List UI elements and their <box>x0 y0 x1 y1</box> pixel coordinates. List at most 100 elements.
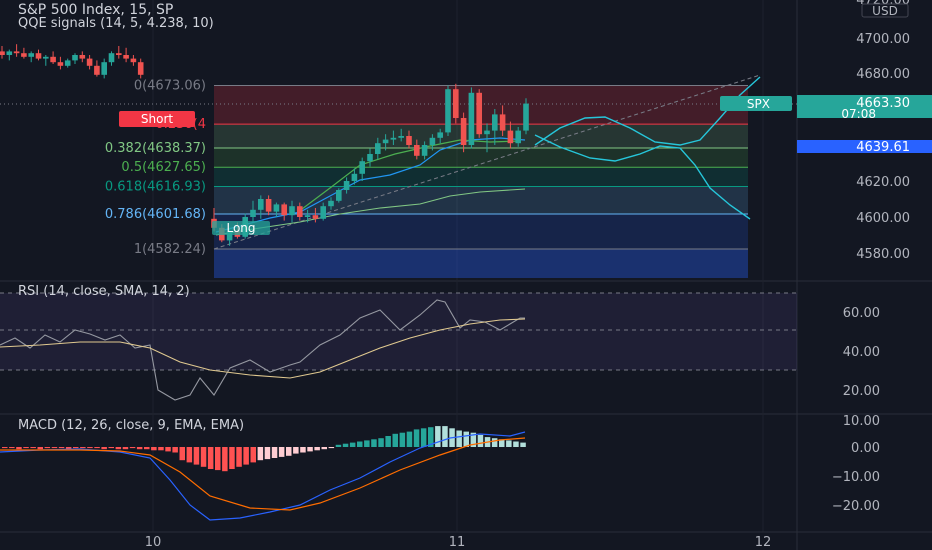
candle-body <box>130 58 137 63</box>
candle-body <box>108 53 115 63</box>
candle-body <box>28 53 34 57</box>
candle-body <box>398 136 404 138</box>
chart-canvas[interactable]: 0(4673.06)0.236(40.382(4638.37)0.5(4627.… <box>0 0 932 550</box>
macd-legend[interactable]: MACD (12, 26, close, 9, EMA, EMA) <box>18 418 244 433</box>
candle-body <box>460 118 467 145</box>
macd-histogram-bar <box>321 447 327 450</box>
rsi-legend[interactable]: RSI (14, close, SMA, 14, 2) <box>18 284 190 299</box>
macd-histogram-bar <box>207 447 214 469</box>
candle-body <box>86 58 93 66</box>
macd-histogram-bar <box>9 447 15 449</box>
fib-level-label: 1(4582.24) <box>134 242 206 257</box>
candle-body <box>265 199 272 212</box>
time-tick-label: 10 <box>145 535 162 550</box>
macd-histogram-bar <box>200 447 207 467</box>
macd-histogram-bar <box>385 436 391 447</box>
candle-body <box>101 62 107 75</box>
macd-histogram-bar <box>506 440 512 447</box>
macd-histogram-bar <box>193 447 200 465</box>
macd-histogram-bar <box>357 441 363 447</box>
macd-histogram-bar <box>392 433 398 447</box>
candle-body <box>94 65 100 75</box>
candle-body <box>453 89 459 118</box>
chart-container: 0(4673.06)0.236(40.382(4638.37)0.5(4627.… <box>0 0 932 550</box>
macd-histogram-bar <box>399 432 406 447</box>
macd-histogram-bar <box>44 447 51 449</box>
macd-histogram-bar <box>520 442 526 447</box>
macd-histogram-bar <box>413 429 420 447</box>
candle-body <box>499 114 506 131</box>
macd-histogram-bar <box>406 431 413 447</box>
macd-histogram-bar <box>101 447 107 450</box>
macd-histogram-bar <box>51 447 58 449</box>
price-tick-label: 4680.00 <box>856 67 910 82</box>
candle-body <box>35 53 42 59</box>
macd-histogram-bar <box>342 443 349 447</box>
macd-histogram-bar <box>80 447 86 449</box>
macd-histogram-bar <box>16 447 22 450</box>
candle-body <box>382 139 389 144</box>
price-tick-label: 4580.00 <box>856 247 910 262</box>
macd-histogram-bar <box>264 447 271 460</box>
candle-body <box>507 130 514 144</box>
fibonacci-retracement: 0(4673.06)0.236(40.382(4638.37)0.5(4627.… <box>0 74 797 278</box>
fib-level-label: 0.5(4627.65) <box>121 160 206 175</box>
candle-body <box>72 55 78 61</box>
macd-histogram-bar <box>420 428 427 447</box>
candle-body <box>13 51 20 54</box>
fib-zone <box>214 213 748 249</box>
macd-histogram-bar <box>136 447 143 450</box>
fib-zone-extension <box>214 248 748 278</box>
macd-histogram-bar <box>293 447 299 454</box>
candle-body <box>0 51 5 55</box>
macd-histogram-bar <box>250 447 256 463</box>
candle-body <box>328 200 334 207</box>
macd-histogram-bar <box>30 447 36 449</box>
macd-histogram-bar <box>115 447 122 450</box>
symbol-tag-label: SPX <box>747 97 770 111</box>
fib-level-label: 0.382(4638.37) <box>105 141 206 156</box>
fib-level-label: 0.786(4601.68) <box>105 207 206 222</box>
candle-body <box>320 206 326 219</box>
candle-body <box>50 56 56 63</box>
macd-histogram-bar <box>222 447 228 472</box>
macd-histogram-bar <box>477 434 484 447</box>
indicator-legend-qqe[interactable]: QQE signals (14, 5, 4.238, 10) <box>18 16 214 31</box>
macd-histogram-bar <box>328 447 335 449</box>
rsi-tick-label: 60.00 <box>843 306 880 321</box>
candle-body <box>304 215 311 217</box>
level-tag-value: 4639.61 <box>856 140 910 155</box>
macd-histogram-bar <box>257 447 264 461</box>
candle-body <box>468 92 475 145</box>
macd-histogram-bar <box>87 447 93 449</box>
macd-histogram-bar <box>463 431 469 447</box>
macd-tick-label: 0.00 <box>851 441 880 456</box>
candle-body <box>312 215 319 219</box>
macd-histogram-bar <box>2 447 8 449</box>
macd-histogram-bar <box>23 447 29 449</box>
macd-histogram-bar <box>129 447 136 449</box>
macd-histogram-bar <box>335 444 342 447</box>
candle-body <box>289 206 295 216</box>
macd-histogram-bar <box>179 447 185 461</box>
candle-body <box>79 55 86 59</box>
macd-histogram-bar <box>165 447 171 452</box>
macd-histogram-bar <box>456 430 462 447</box>
macd-histogram-bar <box>108 447 114 449</box>
macd-tick-label: −10.00 <box>832 470 880 485</box>
macd-histogram-bar <box>151 447 157 451</box>
time-tick-label: 12 <box>755 535 772 550</box>
macd-histogram-bar <box>491 438 498 447</box>
candle-body <box>437 132 443 138</box>
fib-zone <box>214 167 748 187</box>
macd-histogram-bar <box>215 447 221 471</box>
price-tick-label: 4620.00 <box>856 175 910 190</box>
currency-label: USD <box>872 4 898 18</box>
candle-body <box>6 51 13 55</box>
macd-histogram-bar <box>364 440 370 447</box>
candle-body <box>351 173 358 181</box>
candle-body <box>116 53 122 55</box>
macd-histogram-bar <box>186 447 193 463</box>
rsi-band-fill <box>0 293 797 370</box>
macd-histogram-bar <box>229 447 235 469</box>
